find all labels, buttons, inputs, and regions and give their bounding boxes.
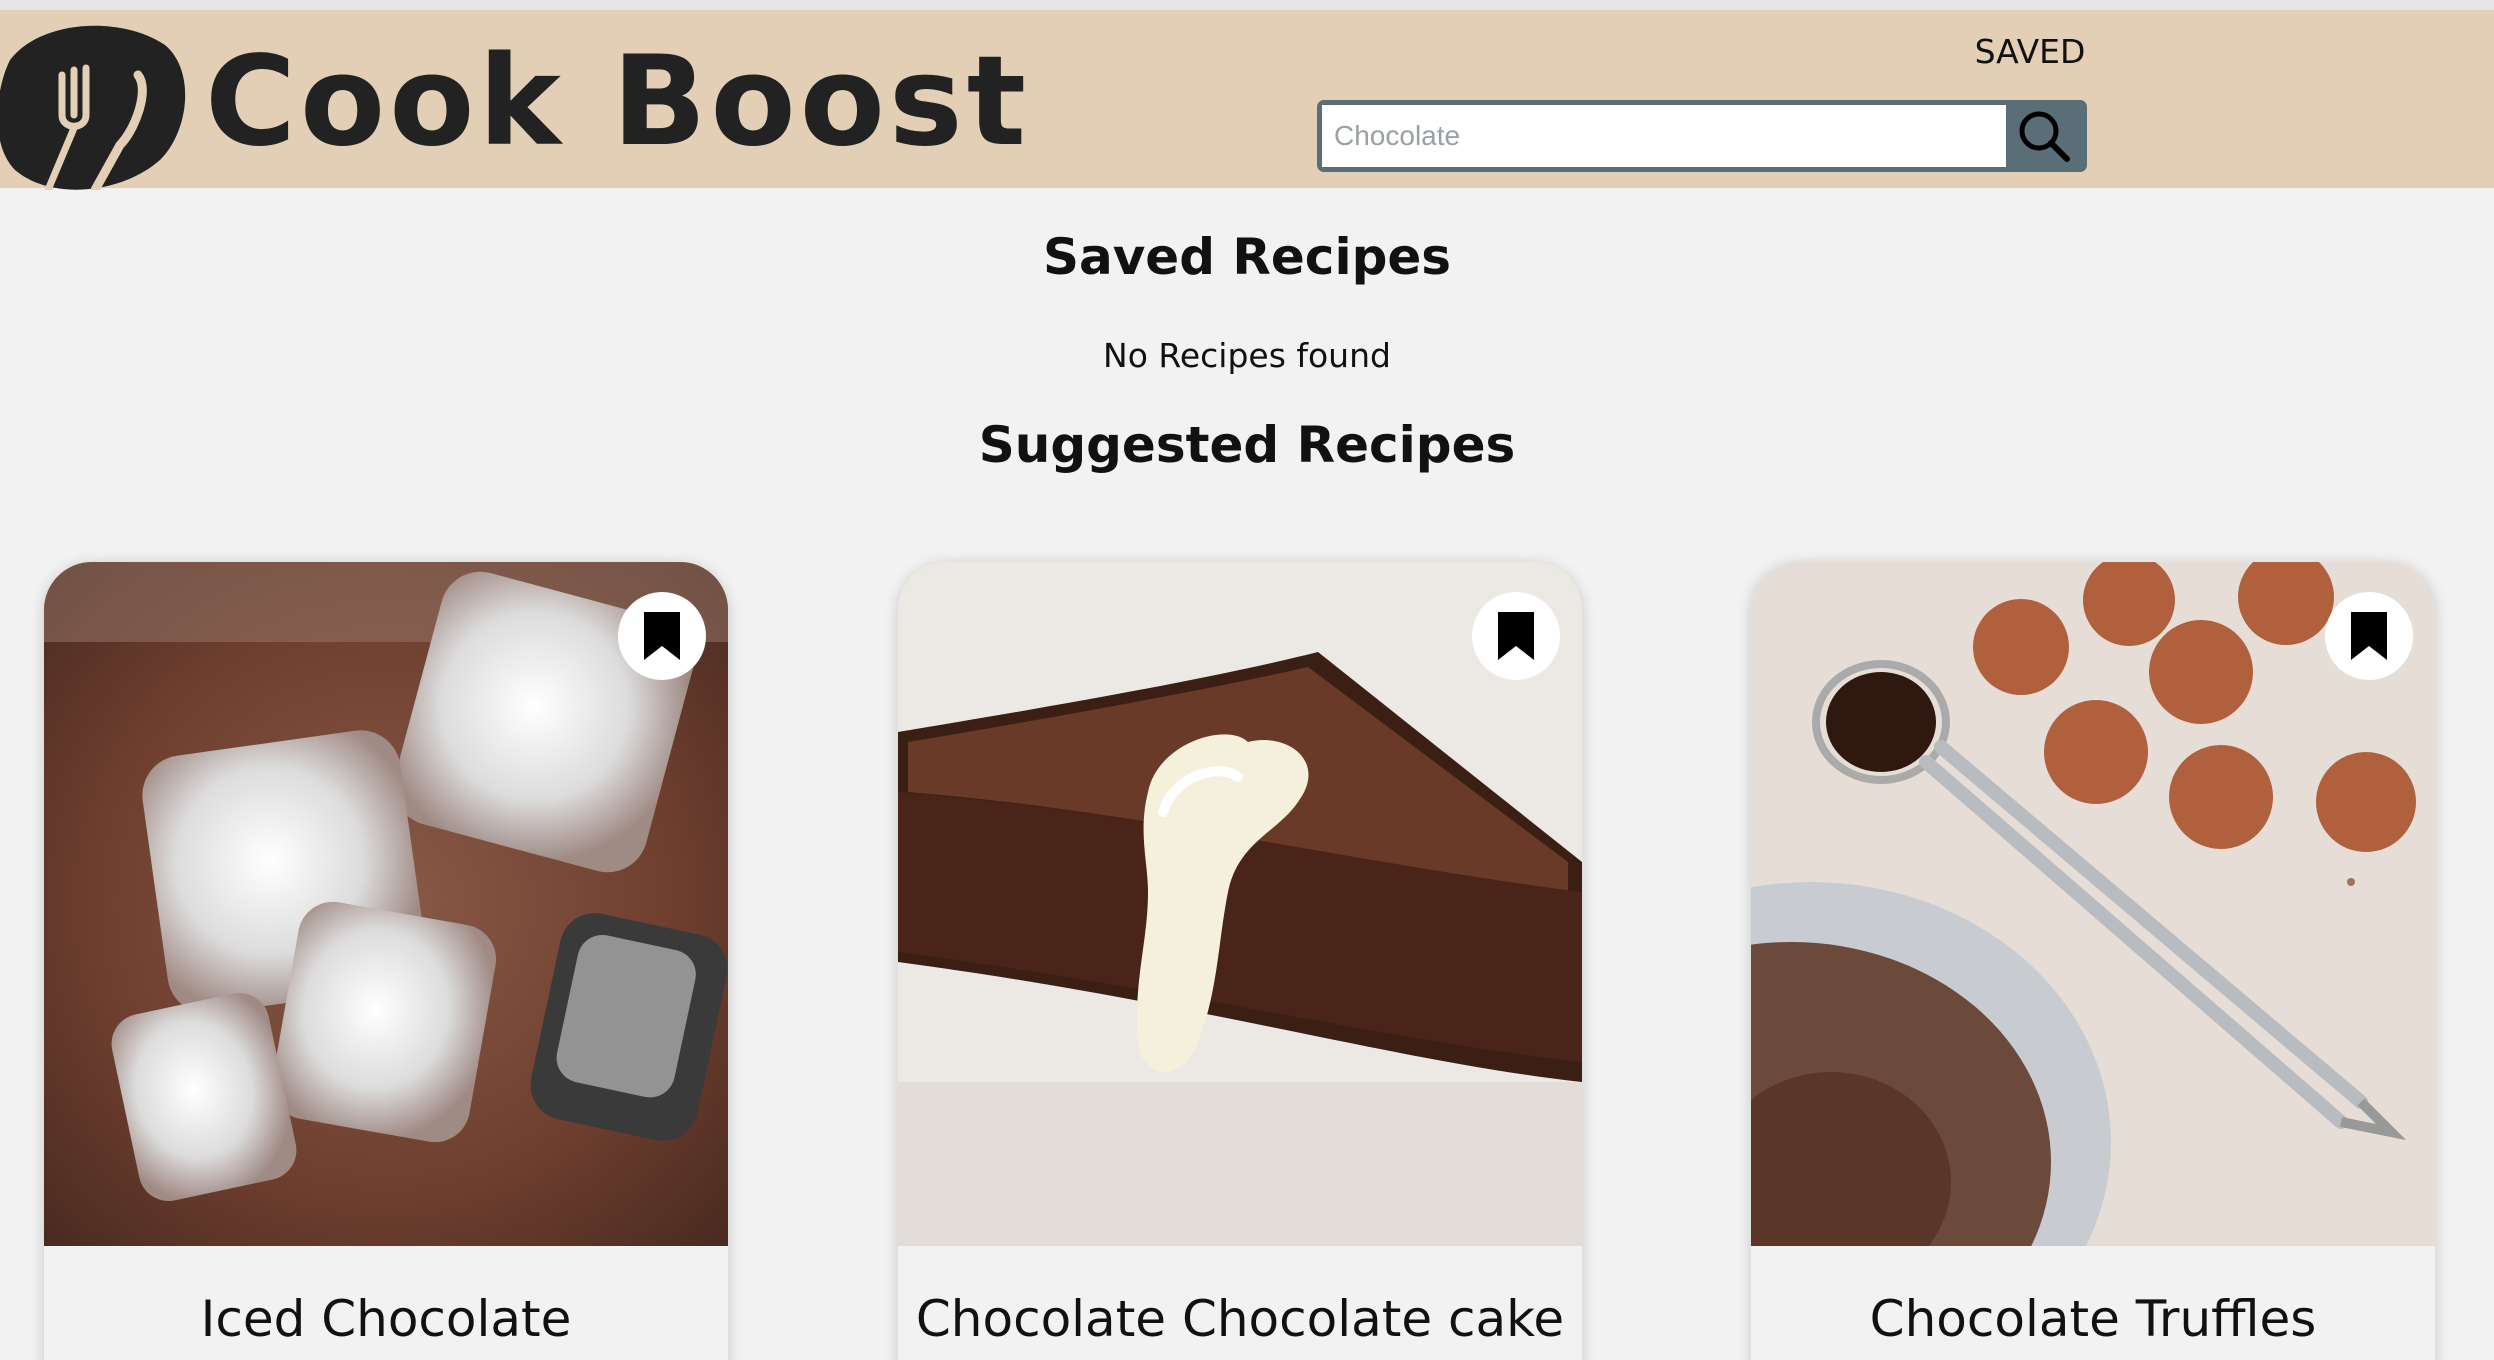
saved-recipes-heading: Saved Recipes: [1042, 228, 1452, 286]
recipe-card[interactable]: Chocolate Chocolate cake: [898, 562, 1582, 1360]
bookmark-button[interactable]: [2325, 592, 2413, 680]
recipe-card[interactable]: Iced Chocolate: [44, 562, 728, 1360]
no-recipes-message: No Recipes found: [1103, 336, 1391, 375]
bookmark-icon: [1498, 612, 1534, 660]
utensils-icon: [0, 20, 190, 195]
recipe-card[interactable]: Chocolate Truffles: [1751, 562, 2435, 1360]
iced-chocolate-photo: [44, 562, 728, 1246]
recipe-title: Chocolate Chocolate cake: [915, 1290, 1565, 1348]
chocolate-truffles-photo: [1751, 562, 2435, 1246]
window-top-strip: [0, 0, 2494, 10]
search-bar: [1317, 100, 2087, 172]
recipe-title: Chocolate Truffles: [1869, 1290, 2317, 1348]
search-input[interactable]: [1322, 105, 2006, 167]
search-icon: [2019, 111, 2070, 162]
chocolate-tart-photo: [898, 562, 1582, 1246]
bookmark-icon: [2351, 612, 2387, 660]
bookmark-button[interactable]: [1472, 592, 1560, 680]
bookmark-icon: [644, 612, 680, 660]
bookmark-button[interactable]: [618, 592, 706, 680]
app-header: Cook Boost SAVED: [0, 10, 2494, 195]
app-logo[interactable]: Cook Boost: [205, 22, 1030, 182]
saved-nav-link[interactable]: SAVED: [1930, 32, 2130, 71]
suggested-recipes-heading: Suggested Recipes: [978, 416, 1516, 474]
search-button[interactable]: [2006, 105, 2082, 167]
recipe-title: Iced Chocolate: [200, 1290, 572, 1348]
